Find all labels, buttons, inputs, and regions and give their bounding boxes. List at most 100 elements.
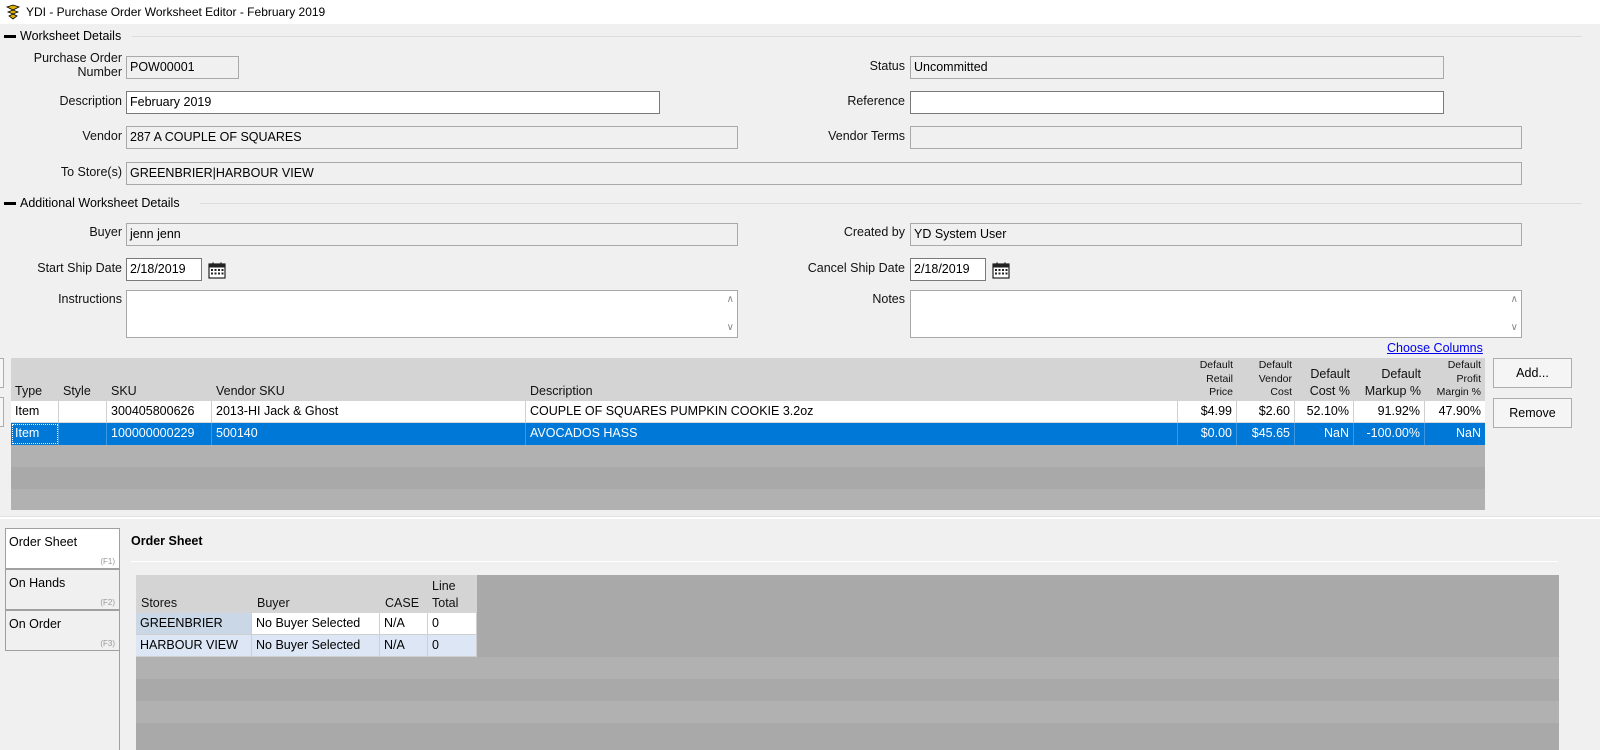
calendar-icon[interactable] [208, 262, 226, 279]
margin-pct-cell[interactable]: NaN [1425, 423, 1485, 445]
scroll-up-icon[interactable]: ∧ [727, 295, 734, 305]
col-line-total[interactable]: Line Total [432, 578, 458, 612]
type-cell[interactable]: Item [11, 423, 59, 445]
col-sku[interactable]: SKU [111, 384, 137, 398]
additional-details-header[interactable]: Additional Worksheet Details [0, 195, 1600, 211]
buyer-label: Buyer [89, 225, 122, 239]
collapse-icon[interactable] [4, 202, 16, 205]
tab-shortcut: (F1) [100, 557, 115, 566]
case-cell[interactable]: N/A [380, 613, 428, 635]
col-buyer[interactable]: Buyer [257, 596, 290, 610]
worksheet-details-header[interactable]: Worksheet Details [0, 28, 1600, 44]
line-total-cell[interactable]: 0 [428, 613, 477, 635]
tab-on-hands[interactable]: On Hands (F2) [5, 569, 120, 610]
description-cell[interactable]: COUPLE OF SQUARES PUMPKIN COOKIE 3.2oz [526, 401, 1178, 423]
style-cell[interactable] [59, 423, 107, 445]
items-grid[interactable]: Type Style SKU Vendor SKU Description De… [11, 358, 1485, 510]
store-cell[interactable]: HARBOUR VIEW [136, 635, 252, 657]
po-number-field[interactable]: POW00001 [126, 56, 239, 79]
left-button-stub[interactable] [0, 358, 4, 388]
description-cell[interactable]: AVOCADOS HASS [526, 423, 1178, 445]
table-row-selected[interactable]: Item 100000000229 500140 AVOCADOS HASS $… [11, 423, 1485, 445]
line-total-cell[interactable]: 0 [428, 635, 477, 657]
splitter[interactable] [0, 516, 1600, 519]
markup-pct-cell[interactable]: -100.00% [1354, 423, 1425, 445]
cost-pct-cell[interactable]: 52.10% [1295, 401, 1354, 423]
status-field[interactable]: Uncommitted [910, 56, 1444, 79]
store-cell[interactable]: GREENBRIER [136, 613, 252, 635]
table-row[interactable]: GREENBRIER No Buyer Selected N/A 0 [136, 613, 477, 635]
notes-textarea[interactable]: ∧ ∨ [910, 290, 1522, 338]
to-stores-field[interactable]: GREENBRIER|HARBOUR VIEW [126, 162, 1522, 185]
col-stores[interactable]: Stores [141, 596, 177, 610]
buyer-cell[interactable]: No Buyer Selected [252, 635, 380, 657]
start-ship-date-field[interactable]: 2/18/2019 [126, 258, 202, 281]
vendor-field[interactable]: 287 A COUPLE OF SQUARES [126, 126, 738, 149]
buyer-cell[interactable]: No Buyer Selected [252, 613, 380, 635]
vendor-sku-cell[interactable]: 2013-HI Jack & Ghost [212, 401, 526, 423]
grid-header: Stores Buyer CASE Line Total [136, 575, 477, 613]
app-logo-icon [5, 4, 21, 20]
tab-on-order[interactable]: On Order (F3) [5, 610, 120, 651]
grid-header: Type Style SKU Vendor SKU Description De… [11, 358, 1485, 401]
sku-cell[interactable]: 100000000229 [107, 423, 212, 445]
empty-row [11, 467, 1485, 489]
description-field[interactable]: February 2019 [126, 91, 660, 114]
empty-row [136, 701, 1559, 723]
scroll-up-icon[interactable]: ∧ [1511, 295, 1518, 305]
created-by-field[interactable]: YD System User [910, 223, 1522, 246]
created-by-label: Created by [843, 225, 905, 239]
table-row[interactable]: Item 300405800626 2013-HI Jack & Ghost C… [11, 401, 1485, 423]
tab-shortcut: (F2) [100, 598, 115, 607]
vendor-terms-field[interactable] [910, 126, 1522, 149]
order-sheet-grid[interactable]: Stores Buyer CASE Line Total GREENBRIER … [136, 575, 1559, 750]
instructions-textarea[interactable]: ∧ ∨ [126, 290, 738, 338]
col-type[interactable]: Type [15, 384, 42, 398]
divider [132, 36, 1582, 37]
choose-columns-link[interactable]: Choose Columns [1387, 341, 1483, 355]
section-title: Worksheet Details [20, 29, 122, 43]
retail-price-cell[interactable]: $0.00 [1178, 423, 1237, 445]
cancel-ship-date-label: Cancel Ship Date [807, 261, 905, 275]
col-default-profit-margin[interactable]: Default Profit Margin % [1423, 359, 1481, 400]
col-case[interactable]: CASE [385, 596, 419, 610]
po-number-label: Purchase Order Number [33, 51, 122, 79]
divider [131, 561, 1558, 562]
tab-order-sheet[interactable]: Order Sheet (F1) [5, 528, 120, 569]
divider [200, 203, 1582, 204]
col-default-cost-pct[interactable]: Default Cost % [1294, 366, 1350, 400]
notes-label: Notes [872, 292, 905, 306]
col-style[interactable]: Style [63, 384, 91, 398]
collapse-icon[interactable] [4, 35, 16, 38]
add-item-button[interactable]: Add... [1493, 358, 1572, 388]
scroll-down-icon[interactable]: ∨ [1511, 323, 1518, 333]
to-stores-label: To Store(s) [60, 165, 122, 179]
tab-label: On Order [9, 617, 62, 631]
cancel-ship-date-field[interactable]: 2/18/2019 [910, 258, 986, 281]
markup-pct-cell[interactable]: 91.92% [1354, 401, 1425, 423]
reference-field[interactable] [910, 91, 1444, 114]
calendar-icon[interactable] [992, 262, 1010, 279]
buyer-field[interactable]: jenn jenn [126, 223, 738, 246]
cost-pct-cell[interactable]: NaN [1295, 423, 1354, 445]
col-default-vendor-cost[interactable]: Default Vendor Cost [1235, 359, 1292, 400]
type-cell[interactable]: Item [11, 401, 59, 423]
retail-price-cell[interactable]: $4.99 [1178, 401, 1237, 423]
scroll-down-icon[interactable]: ∨ [727, 323, 734, 333]
case-cell[interactable]: N/A [380, 635, 428, 657]
empty-row [11, 489, 1485, 510]
vendor-sku-cell[interactable]: 500140 [212, 423, 526, 445]
col-description[interactable]: Description [530, 384, 593, 398]
col-default-retail-price[interactable]: Default Retail Price [1176, 359, 1233, 400]
style-cell[interactable] [59, 401, 107, 423]
sku-cell[interactable]: 300405800626 [107, 401, 212, 423]
vendor-cost-cell[interactable]: $2.60 [1237, 401, 1295, 423]
vendor-cost-cell[interactable]: $45.65 [1237, 423, 1295, 445]
col-vendor-sku[interactable]: Vendor SKU [216, 384, 285, 398]
remove-item-button[interactable]: Remove [1493, 398, 1572, 428]
margin-pct-cell[interactable]: 47.90% [1425, 401, 1485, 423]
left-button-stub[interactable] [0, 397, 4, 427]
table-row[interactable]: HARBOUR VIEW No Buyer Selected N/A 0 [136, 635, 477, 657]
col-default-markup-pct[interactable]: Default Markup % [1353, 366, 1421, 400]
tab-panel-border [119, 528, 120, 750]
